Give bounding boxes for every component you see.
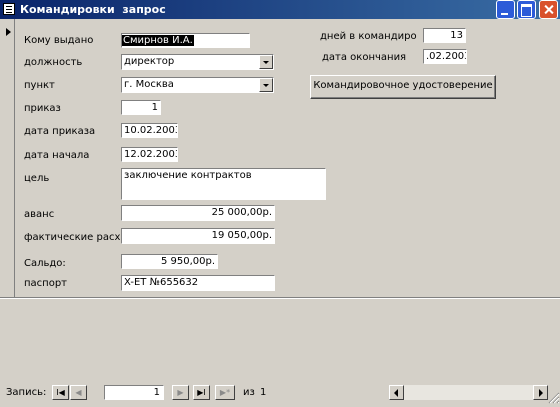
purpose-label: цель: [24, 173, 50, 184]
advance-label: аванс: [24, 209, 55, 220]
form-icon[interactable]: [3, 3, 15, 15]
record-label: Запись:: [6, 387, 47, 398]
end-date-field[interactable]: .02.2003: [423, 49, 467, 64]
purpose-field[interactable]: заключение контрактов: [121, 168, 326, 200]
horizontal-scrollbar[interactable]: [389, 385, 548, 400]
balance-label: Сальдо:: [24, 258, 66, 269]
chevron-down-icon[interactable]: [259, 55, 273, 69]
resize-grip-icon[interactable]: [548, 392, 560, 404]
of-label: из: [243, 387, 255, 398]
actual-expenses-field[interactable]: 19 050,00р.: [121, 228, 275, 244]
days-label: дней в командиро: [320, 31, 417, 42]
record-selector[interactable]: [0, 19, 15, 298]
start-date-label: дата начала: [24, 150, 90, 161]
passport-label: паспорт: [24, 278, 67, 289]
issued-to-label: Кому выдано: [24, 35, 94, 46]
balance-field[interactable]: 5 950,00р.: [121, 254, 218, 269]
position-combo[interactable]: директор: [121, 54, 274, 70]
previous-record-button[interactable]: ◀: [70, 385, 87, 400]
form-divider: [0, 297, 560, 299]
chevron-down-icon[interactable]: [259, 78, 273, 92]
issued-to-value: Смирнов И.А.: [122, 35, 194, 46]
travel-certificate-button[interactable]: Командировочное удостоверение: [310, 75, 496, 99]
position-value: директор: [124, 56, 175, 67]
passport-field[interactable]: X-ЕТ №655632: [121, 275, 275, 291]
order-field[interactable]: 1: [121, 100, 161, 115]
maximize-button[interactable]: [517, 0, 536, 19]
current-record-field[interactable]: 1: [104, 385, 164, 400]
close-button[interactable]: [539, 0, 558, 19]
advance-field[interactable]: 25 000,00р.: [121, 205, 275, 221]
destination-value: г. Москва: [124, 79, 174, 90]
new-record-button[interactable]: ▶*: [215, 385, 235, 400]
last-record-button[interactable]: ▶I: [193, 385, 210, 400]
title-bar[interactable]: Командировки запрос: [0, 0, 560, 19]
record-navigation-bar: Запись: I◀ ◀ 1 ▶ ▶I ▶* из 1: [0, 383, 560, 403]
order-date-label: дата приказа: [24, 126, 96, 137]
actual-expenses-label: фактические расх: [24, 232, 121, 243]
start-date-field[interactable]: 12.02.2003: [121, 147, 178, 162]
position-label: должность: [24, 57, 83, 68]
minimize-button[interactable]: [496, 0, 515, 19]
issued-to-field[interactable]: Смирнов И.А.: [121, 33, 250, 48]
destination-combo[interactable]: г. Москва: [121, 77, 274, 93]
current-record-arrow-icon: [6, 28, 11, 36]
days-field[interactable]: 13: [423, 28, 466, 43]
window-title: Командировки запрос: [20, 3, 166, 16]
scroll-right-icon[interactable]: [533, 385, 548, 400]
next-record-button[interactable]: ▶: [172, 385, 189, 400]
destination-label: пункт: [24, 80, 55, 91]
access-form-window: Командировки запрос Кому выдано Смирнов …: [0, 0, 560, 407]
end-date-label: дата окончания: [322, 52, 407, 63]
first-record-button[interactable]: I◀: [52, 385, 69, 400]
scroll-left-icon[interactable]: [389, 385, 404, 400]
order-date-field[interactable]: 10.02.2003: [121, 123, 178, 138]
total-records: 1: [260, 387, 267, 398]
order-label: приказ: [24, 103, 61, 114]
